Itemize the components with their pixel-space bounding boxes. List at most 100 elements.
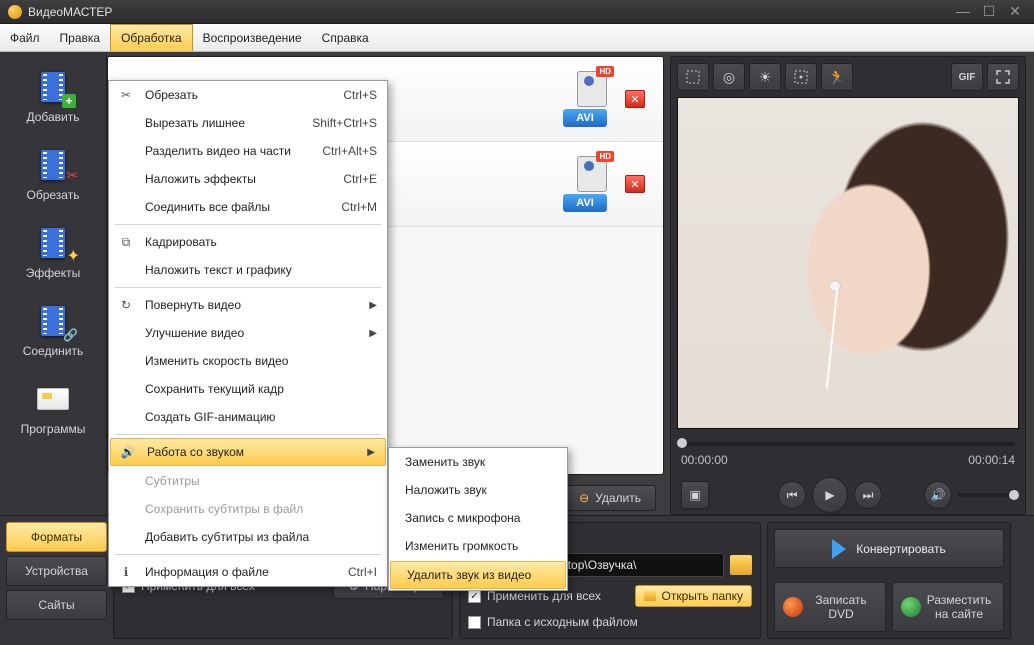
seek-bar[interactable]	[681, 437, 1015, 451]
menu-item[interactable]: Изменить скорость видео	[109, 347, 387, 375]
menu-Воспроизведение[interactable]: Воспроизведение	[193, 24, 312, 51]
frame-icon[interactable]	[785, 63, 817, 91]
rotate-icon: ↻	[117, 296, 135, 314]
shortcut: Ctrl+E	[343, 172, 377, 186]
window-title: ВидеоМАСТЕР	[28, 5, 948, 19]
menu-item[interactable]: Наложить текст и графику	[109, 256, 387, 284]
apply-all-checkbox-2[interactable]: ✓Применить для всех	[468, 589, 601, 603]
submenu-item[interactable]: Запись с микрофона	[389, 504, 567, 532]
submenu-item[interactable]: Изменить громкость	[389, 532, 567, 560]
menu-item[interactable]: Добавить субтитры из файла	[109, 523, 387, 551]
shortcut: Ctrl+M	[341, 200, 377, 214]
titlebar: ВидеоМАСТЕР — ☐ ✕	[0, 0, 1034, 24]
burn-dvd-button[interactable]: ЗаписатьDVD	[774, 582, 886, 632]
minimize-button[interactable]: —	[952, 4, 974, 20]
menu-Справка[interactable]: Справка	[312, 24, 379, 51]
avi-badge: AVI	[563, 194, 607, 212]
dvd-icon	[783, 597, 803, 617]
speed-icon[interactable]: 🏃	[821, 63, 853, 91]
fullscreen-icon[interactable]	[987, 63, 1019, 91]
scissors-icon: ✂	[117, 86, 135, 104]
next-button[interactable]: ⏭	[854, 481, 882, 509]
crop-icon: ⧉	[117, 233, 135, 251]
submenu-item[interactable]: Удалить звук из видео	[390, 561, 566, 589]
arrow-icon	[832, 539, 846, 559]
sidebar-trim[interactable]: ✂ Обрезать	[6, 138, 100, 210]
menu-item[interactable]: ↻Повернуть видео▶	[109, 291, 387, 319]
sound-icon: 🔊	[119, 443, 137, 461]
menu-item: Субтитры	[109, 467, 387, 495]
chevron-right-icon: ▶	[367, 447, 375, 458]
volume-bar[interactable]	[958, 493, 1015, 497]
menu-item[interactable]: Разделить видео на частиCtrl+Alt+S	[109, 137, 387, 165]
shortcut: Shift+Ctrl+S	[312, 116, 377, 130]
tab-Форматы[interactable]: Форматы	[6, 522, 107, 552]
menu-item[interactable]: 🔊Работа со звуком▶	[110, 438, 386, 466]
gif-icon[interactable]: GIF	[951, 63, 983, 91]
menu-Обработка[interactable]: Обработка	[110, 24, 193, 51]
source-folder-checkbox[interactable]: Папка с исходным файлом	[468, 615, 752, 629]
volume-icon[interactable]: 🔊	[924, 481, 952, 509]
brightness-icon[interactable]: ☀	[749, 63, 781, 91]
convert-button[interactable]: Конвертировать	[774, 529, 1004, 568]
maximize-button[interactable]: ☐	[978, 4, 1000, 20]
minus-icon: ⊖	[579, 491, 589, 505]
menu-item[interactable]: Соединить все файлыCtrl+M	[109, 193, 387, 221]
camcorder-icon: HD	[577, 156, 607, 192]
menu-item[interactable]: Вырезать лишнееShift+Ctrl+S	[109, 109, 387, 137]
app-icon	[8, 5, 22, 19]
audio-submenu: Заменить звукНаложить звукЗапись с микро…	[388, 447, 568, 591]
menu-item[interactable]: Наложить эффектыCtrl+E	[109, 165, 387, 193]
sidebar-label: Обрезать	[27, 188, 80, 202]
chevron-right-icon: ▶	[369, 300, 377, 311]
publish-button[interactable]: Разместитьна сайте	[892, 582, 1004, 632]
info-icon: ℹ	[117, 563, 135, 581]
sidebar-label: Программы	[21, 422, 86, 436]
menu-item: Сохранить субтитры в файл	[109, 495, 387, 523]
time-current: 00:00:00	[681, 453, 728, 467]
remove-item-button[interactable]: ✕	[625, 90, 645, 108]
sidebar-join[interactable]: 🔗 Соединить	[6, 294, 100, 366]
action-panel: Конвертировать ЗаписатьDVD Разместитьна …	[767, 522, 1011, 639]
menubar: ФайлПравкаОбработкаВоспроизведениеСправк…	[0, 24, 1034, 52]
submenu-item[interactable]: Наложить звук	[389, 476, 567, 504]
preview-panel: ◎ ☀ 🏃 GIF 00:00:00 00:00:14 ▣ ⏮ ▶ ⏭ 🔊	[670, 56, 1026, 515]
menu-Правка[interactable]: Правка	[50, 24, 111, 51]
menu-Файл[interactable]: Файл	[0, 24, 50, 51]
menu-item[interactable]: ⧉Кадрировать	[109, 228, 387, 256]
menu-item[interactable]: ✂ОбрезатьCtrl+S	[109, 81, 387, 109]
time-total: 00:00:14	[968, 453, 1015, 467]
tab-Сайты[interactable]: Сайты	[6, 590, 107, 620]
sidebar-add[interactable]: + Добавить	[6, 60, 100, 132]
menu-item[interactable]: Создать GIF-анимацию	[109, 403, 387, 431]
delete-button[interactable]: ⊖Удалить	[564, 485, 656, 511]
shortcut: Ctrl+S	[343, 88, 377, 102]
snapshot-icon[interactable]: ▣	[681, 481, 709, 509]
open-folder-button[interactable]: Открыть папку	[635, 585, 752, 607]
preview-toolbar: ◎ ☀ 🏃 GIF	[677, 63, 1019, 91]
remove-item-button[interactable]: ✕	[625, 175, 645, 193]
chevron-right-icon: ▶	[369, 328, 377, 339]
camcorder-icon: HD	[577, 71, 607, 107]
shortcut: Ctrl+Alt+S	[322, 144, 377, 158]
globe-icon	[901, 597, 921, 617]
submenu-item[interactable]: Заменить звук	[389, 448, 567, 476]
prev-button[interactable]: ⏮	[778, 481, 806, 509]
record-icon[interactable]: ◎	[713, 63, 745, 91]
video-preview[interactable]	[677, 97, 1019, 429]
browse-folder-icon[interactable]	[730, 555, 752, 575]
sidebar-effects[interactable]: ✦ Эффекты	[6, 216, 100, 288]
sidebar-label: Добавить	[26, 110, 79, 124]
menu-item[interactable]: Сохранить текущий кадр	[109, 375, 387, 403]
tab-Устройства[interactable]: Устройства	[6, 556, 107, 586]
menu-item[interactable]: ℹИнформация о файлеCtrl+I	[109, 558, 387, 586]
play-button[interactable]: ▶	[812, 477, 848, 513]
folder-icon	[644, 591, 656, 601]
crop-tool-icon[interactable]	[677, 63, 709, 91]
menu-item[interactable]: Улучшение видео▶	[109, 319, 387, 347]
avi-badge: AVI	[563, 109, 607, 127]
sidebar-programs[interactable]: Программы	[6, 372, 100, 444]
format-tabs: Форматы Устройства Сайты	[6, 522, 107, 639]
sidebar-label: Соединить	[23, 344, 84, 358]
close-button[interactable]: ✕	[1004, 4, 1026, 20]
